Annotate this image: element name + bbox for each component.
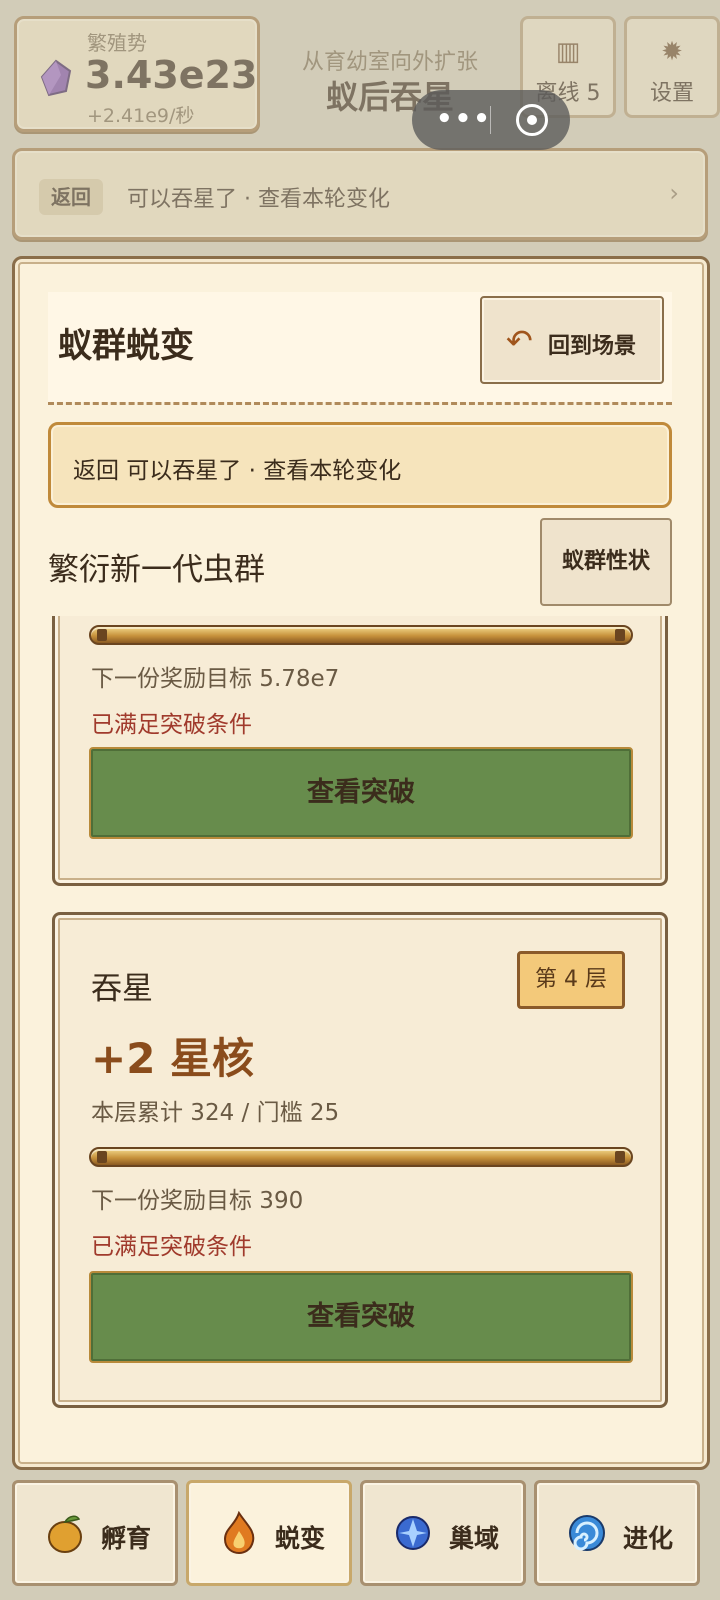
settings-button[interactable]: ✹ 设置 bbox=[624, 16, 720, 118]
reward-value: +2 星核 bbox=[91, 1034, 255, 1083]
fruit-icon bbox=[48, 1515, 82, 1553]
section-title: 繁衍新一代虫群 bbox=[48, 552, 265, 588]
nav-hatch[interactable]: 孵育 bbox=[12, 1480, 178, 1586]
nav-label: 蜕变 bbox=[275, 1524, 326, 1553]
nav-label: 巢域 bbox=[449, 1524, 500, 1553]
next-reward-goal: 下一份奖励目标 5.78e7 bbox=[91, 666, 340, 692]
view-breakthrough-button[interactable]: 查看突破 bbox=[89, 1271, 633, 1363]
more-icon[interactable]: ••• bbox=[436, 104, 492, 134]
back-to-scene-label: 回到场景 bbox=[548, 334, 637, 359]
nav-nest[interactable]: 巢域 bbox=[360, 1480, 526, 1586]
breakthrough-status: 已满足突破条件 bbox=[91, 712, 252, 738]
view-breakthrough-button[interactable]: 查看突破 bbox=[89, 747, 633, 839]
banner-text: 可以吞星了 · 查看本轮变化 bbox=[127, 187, 390, 212]
top-banner[interactable]: 返回 可以吞星了 · 查看本轮变化 › bbox=[12, 148, 708, 240]
back-to-scene-button[interactable]: ↶ 回到场景 bbox=[480, 296, 664, 384]
nav-label: 孵育 bbox=[101, 1524, 152, 1553]
settings-label: 设置 bbox=[649, 81, 694, 106]
modal-title: 蚁群蜕变 bbox=[58, 326, 194, 366]
breakthrough-card: 吞星 第 4 层 +2 星核 本层累计 324 / 门槛 25 下一份奖励目标 … bbox=[52, 912, 668, 1408]
progress-bar bbox=[89, 625, 633, 645]
return-arrow-icon: ↶ bbox=[506, 322, 533, 360]
crystal-icon bbox=[396, 1516, 430, 1550]
banner-back-chip[interactable]: 返回 bbox=[39, 179, 103, 215]
nav-label: 进化 bbox=[623, 1524, 674, 1553]
miniprogram-capsule: ••• bbox=[412, 90, 570, 150]
bottom-nav: 孵育 蜕变 巢域 进化 bbox=[12, 1480, 710, 1592]
close-miniprogram-icon[interactable] bbox=[516, 104, 548, 136]
header-divider bbox=[48, 402, 672, 405]
nav-evolve[interactable]: 进化 bbox=[534, 1480, 700, 1586]
resource-rate: +2.41e9/秒 bbox=[87, 105, 195, 127]
breakthrough-card: 下一份奖励目标 5.78e7 已满足突破条件 查看突破 bbox=[52, 616, 668, 886]
breakthrough-list[interactable]: 下一份奖励目标 5.78e7 已满足突破条件 查看突破 吞星 第 4 层 +2 … bbox=[48, 616, 674, 1456]
notice-banner[interactable]: 返回 可以吞星了 · 查看本轮变化 bbox=[48, 422, 672, 508]
resource-name: 繁殖势 bbox=[87, 31, 147, 55]
chevron-right-icon: › bbox=[669, 179, 679, 207]
card-title: 吞星 bbox=[91, 971, 153, 1007]
resource-value: 3.43e23 bbox=[85, 53, 258, 97]
breakthrough-status: 已满足突破条件 bbox=[91, 1234, 252, 1260]
scroll-icon: ▥ bbox=[555, 37, 581, 67]
flame-icon bbox=[223, 1511, 255, 1555]
notice-text: 返回 可以吞星了 · 查看本轮变化 bbox=[73, 458, 402, 484]
layer-accumulated: 本层累计 324 / 门槛 25 bbox=[91, 1100, 340, 1126]
swirl-icon bbox=[569, 1515, 605, 1551]
colony-traits-button[interactable]: 蚁群性状 bbox=[540, 518, 672, 606]
crystal-icon bbox=[40, 59, 72, 97]
nav-molt[interactable]: 蜕变 bbox=[186, 1480, 352, 1586]
capsule-divider bbox=[490, 106, 491, 134]
next-reward-goal: 下一份奖励目标 390 bbox=[91, 1188, 304, 1214]
layer-badge: 第 4 层 bbox=[517, 951, 625, 1009]
resource-panel: 繁殖势 3.43e23 +2.41e9/秒 bbox=[14, 16, 260, 132]
progress-bar bbox=[89, 1147, 633, 1167]
gear-icon: ✹ bbox=[661, 37, 683, 67]
